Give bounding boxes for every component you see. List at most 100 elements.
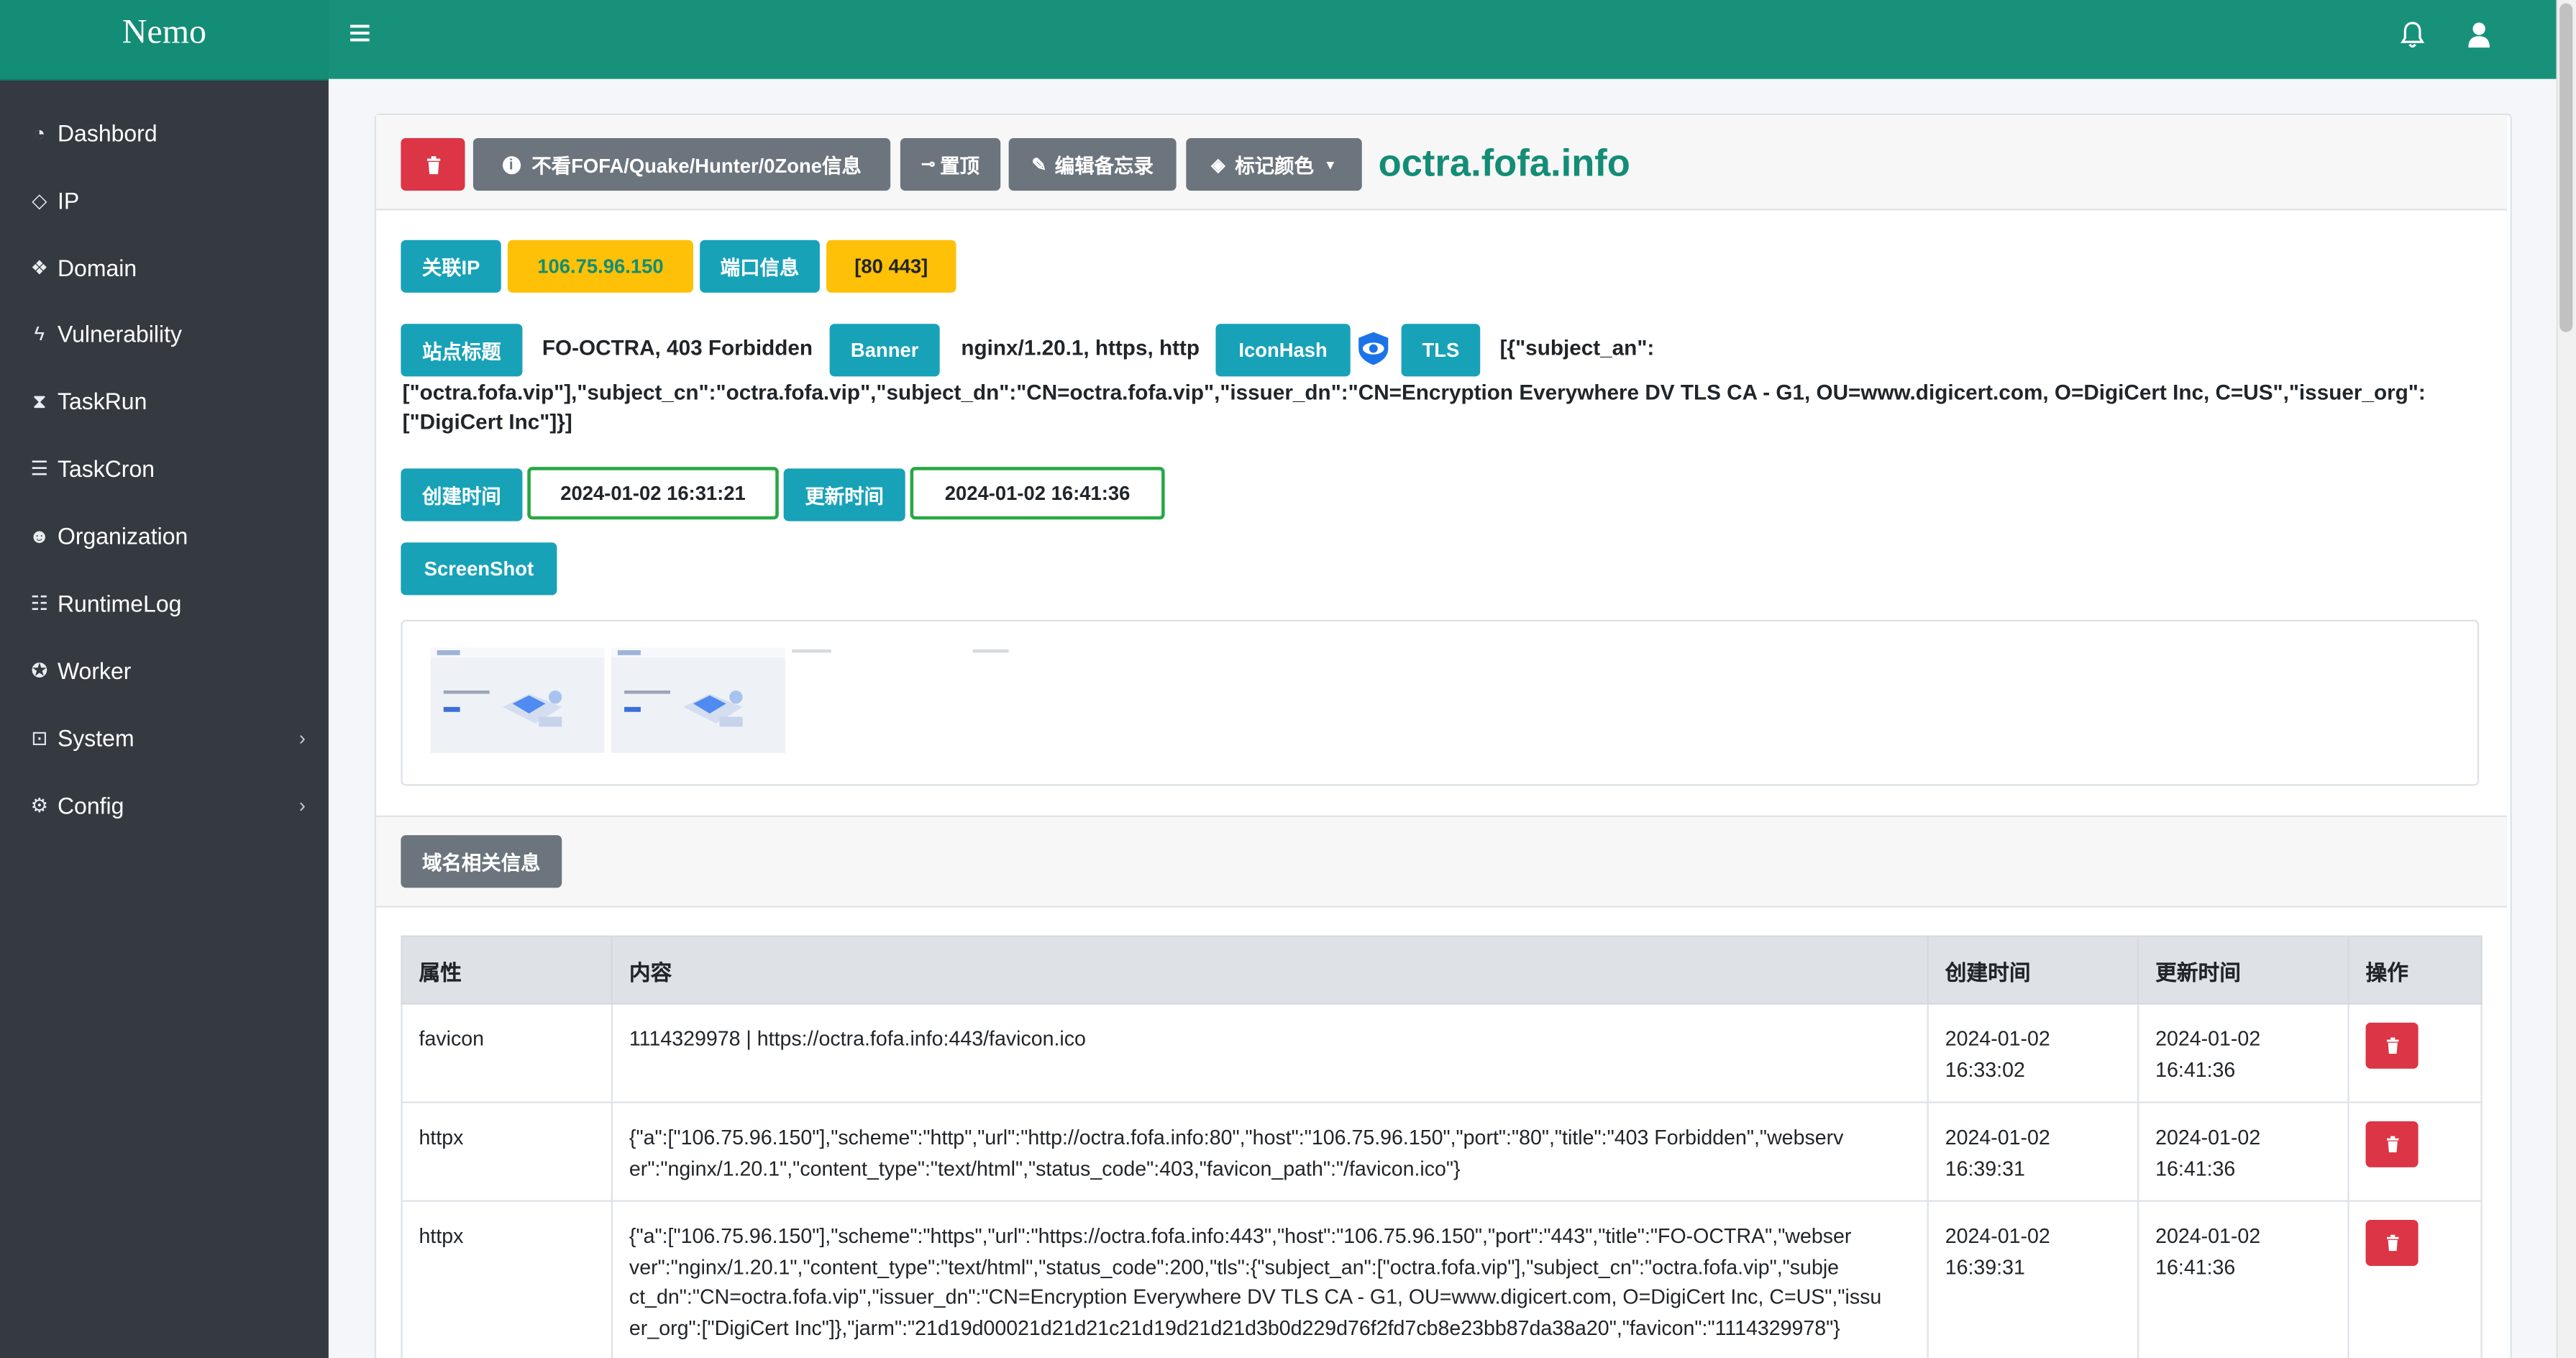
brand-logo[interactable]: Nemo [0, 0, 329, 81]
screenshot-thumbnail[interactable] [430, 647, 605, 753]
sidebar-item-organization[interactable]: ☻ Organization [0, 508, 329, 564]
lock-icon: ⊡ [31, 726, 48, 750]
edit-memo-button[interactable]: ✎ 编辑备忘录 [1008, 137, 1177, 191]
port-info-value: [80 443] [826, 240, 956, 293]
cell-content-line: er_org":["DigiCert Inc"]},"jarm":"21d19d… [629, 1316, 1840, 1339]
cell-created-line: 2024-01-02 [1945, 1126, 2050, 1149]
pin-top-button[interactable]: ⊸ 置顶 [900, 137, 1001, 191]
sidebar-item-worker[interactable]: ✪ Worker [0, 643, 329, 699]
sidebar-item-label: RuntimeLog [57, 590, 182, 617]
trash-icon [2385, 1234, 2398, 1252]
edit-memo-label: 编辑备忘录 [1054, 153, 1154, 177]
section-divider [376, 815, 2507, 908]
domain-title: octra.fofa.info [1378, 141, 1630, 184]
sidebar-item-label: IP [57, 187, 80, 214]
sidebar-item-config[interactable]: ⚙ Config › [0, 778, 329, 834]
hide-fofa-info-button[interactable]: i 不看FOFA/Quake/Hunter/0Zone信息 [472, 137, 891, 191]
table-row: httpx {"a":["106.75.96.150"],"scheme":"ht… [401, 1200, 2483, 1358]
table-row: favicon 1114329978 | https://octra.fofa.i… [401, 1003, 2483, 1103]
sidebar-item-domain[interactable]: ❖ Domain [0, 240, 329, 296]
cell-action [2347, 1003, 2483, 1103]
screenshot-thumbnail[interactable] [972, 648, 1022, 658]
sidebar-item-label: Dashbord [57, 119, 157, 147]
cell-updated-line: 16:41:36 [2155, 1057, 2236, 1081]
col-header-content: 内容 [611, 935, 1929, 1005]
sidebar-item-label: Organization [57, 522, 188, 550]
hide-fofa-label: 不看FOFA/Quake/Hunter/0Zone信息 [531, 153, 862, 177]
site-title-label: 站点标题 [401, 324, 523, 377]
trash-icon [2385, 1037, 2398, 1054]
pin-top-label: 置顶 [940, 153, 979, 177]
cell-content: {"a":["106.75.96.150"],"scheme":"http","… [611, 1101, 1929, 1202]
sidebar-item-system[interactable]: ⊡ System › [0, 710, 329, 766]
cell-updated-line: 2024-01-02 [2155, 1027, 2261, 1051]
dashboard-icon: ◔ [33, 122, 46, 145]
menu-toggle-icon[interactable]: ≡ [348, 12, 371, 58]
mark-color-dropdown[interactable]: ◈ 标记颜色 ▼ [1186, 137, 1362, 191]
cell-updated-line: 2024-01-02 [2155, 1224, 2261, 1248]
user-icon[interactable] [2467, 22, 2490, 48]
related-ip-link[interactable]: 106.75.96.150 [537, 255, 663, 278]
tls-value-line2: ["octra.fofa.vip"],"subject_cn":"octra.f… [402, 379, 2426, 405]
iconhash-label: IconHash [1215, 324, 1351, 377]
sliders-icon: ☷ [30, 591, 49, 615]
cell-updated-line: 16:41:36 [2155, 1255, 2236, 1279]
tls-value-line3: ["DigiCert Inc"]}] [402, 409, 572, 434]
cell-attr: httpx [401, 1200, 613, 1358]
cell-content: {"a":["106.75.96.150"],"scheme":"https",… [611, 1200, 1929, 1358]
tls-label: TLS [1401, 324, 1481, 377]
cell-content: 1114329978 | https://octra.fofa.info:443… [611, 1003, 1929, 1103]
cogs-icon: ⚙ [30, 793, 49, 817]
trash-icon [2385, 1136, 2398, 1153]
sidebar-item-label: Domain [57, 255, 137, 281]
sidebar-item-label: Config [57, 792, 124, 819]
delete-row-button[interactable] [2365, 1022, 2419, 1069]
table-body: favicon 1114329978 | https://octra.fofa.i… [401, 1003, 2483, 1358]
related-ip-value[interactable]: 106.75.96.150 [507, 240, 694, 293]
cell-content-line: {"a":["106.75.96.150"],"scheme":"https",… [629, 1224, 1852, 1248]
tls-value-line1: [{"subject_an": [1499, 335, 1655, 360]
port-info-label: 端口信息 [700, 240, 820, 293]
col-header-updated: 更新时间 [2137, 935, 2349, 1005]
updated-time-label: 更新时间 [783, 468, 905, 521]
sidebar-item-taskrun[interactable]: ⧗ TaskRun [0, 373, 329, 429]
sidebar-item-dashbord[interactable]: ◔ Dashbord [0, 105, 329, 161]
sidebar-item-label: Worker [57, 657, 132, 684]
scrollbar-thumb[interactable] [2559, 3, 2573, 332]
server-icon: ☰ [30, 457, 49, 480]
trash-icon [426, 155, 440, 174]
cell-updated-line: 16:41:36 [2155, 1156, 2236, 1180]
updated-time-value: 2024-01-02 16:41:36 [910, 467, 1165, 520]
screenshot-thumbnail[interactable] [792, 648, 841, 658]
cell-content-line: ver":"nginx/1.20.1","content_type":"text… [629, 1255, 1840, 1279]
cell-created-line: 2024-01-02 [1945, 1027, 2050, 1051]
col-header-created: 创建时间 [1927, 935, 2139, 1005]
caret-down-icon: ▼ [1323, 157, 1337, 172]
created-time-label: 创建时间 [401, 468, 523, 521]
delete-domain-button[interactable] [401, 137, 465, 191]
cell-created: 2024-01-02 16:39:31 [1927, 1101, 2139, 1202]
thumbtack-icon: ⊸ [921, 155, 936, 174]
sidebar-item-runtimelog[interactable]: ☷ RuntimeLog [0, 575, 329, 632]
table-row: httpx {"a":["106.75.96.150"],"scheme":"ht… [401, 1101, 2483, 1202]
cell-created: 2024-01-02 16:33:02 [1927, 1003, 2139, 1103]
ip-icon: ◇ [32, 188, 47, 212]
cell-created-line: 2024-01-02 [1945, 1224, 2050, 1248]
favicon-icon [1358, 332, 1389, 365]
sidebar-item-vulnerability[interactable]: ϟ Vulnerability [0, 306, 329, 362]
banner-value: nginx/1.20.1, https, http [961, 335, 1200, 360]
bell-icon[interactable] [2401, 22, 2425, 50]
screenshot-thumbnail[interactable] [611, 647, 785, 753]
delete-row-button[interactable] [2365, 1121, 2419, 1167]
table-header-row: 属性 内容 创建时间 更新时间 操作 [401, 935, 2483, 1005]
sidebar-item-taskcron[interactable]: ☰ TaskCron [0, 441, 329, 497]
cell-action [2347, 1200, 2483, 1358]
domain-info-button[interactable]: 域名相关信息 [401, 835, 562, 888]
sidebar-item-label: Vulnerability [57, 320, 182, 347]
sidebar-item-ip[interactable]: ◇ IP [0, 173, 329, 229]
delete-row-button[interactable] [2365, 1219, 2419, 1266]
cell-updated: 2024-01-02 16:41:36 [2137, 1003, 2349, 1103]
banner-label: Banner [829, 324, 940, 377]
cell-action [2347, 1101, 2483, 1202]
cell-created-line: 16:39:31 [1945, 1156, 2025, 1180]
